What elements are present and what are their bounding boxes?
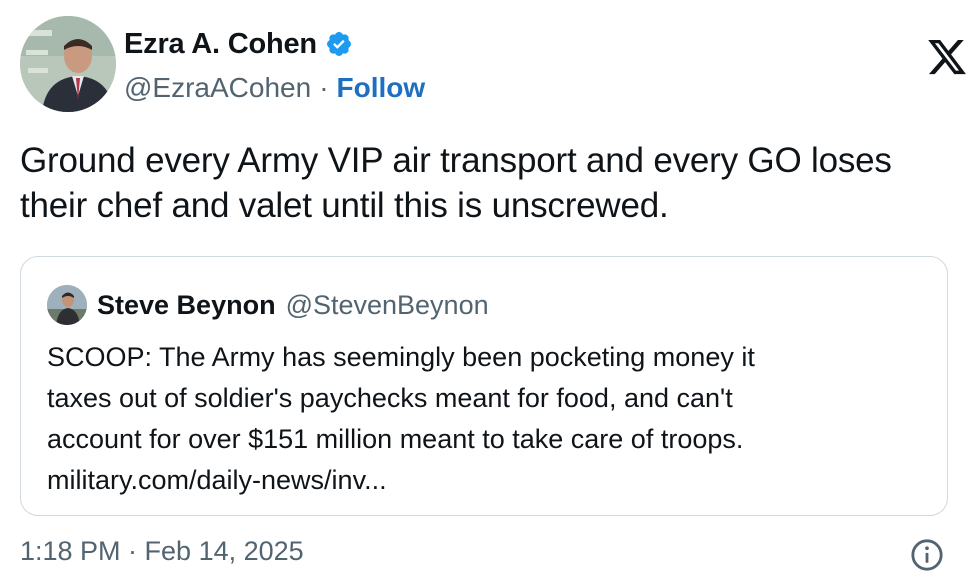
author-display-name[interactable]: Ezra A. Cohen: [124, 28, 317, 61]
tweet-header: Ezra A. Cohen @EzraACohen · Follow: [20, 16, 966, 116]
tweet-text: Ground every Army VIP air transport and …: [20, 141, 892, 225]
quoted-tweet-line: taxes out of soldier's paychecks meant f…: [47, 383, 733, 413]
quoted-tweet-header: Steve Beynon @StevenBeynon: [47, 285, 489, 325]
quoted-tweet-card[interactable]: Steve Beynon @StevenBeynon SCOOP: The Ar…: [20, 256, 948, 516]
quoted-author-handle: @StevenBeynon: [285, 289, 489, 320]
quoted-tweet-link[interactable]: military.com/daily-news/inv...: [47, 460, 927, 501]
follow-button[interactable]: Follow: [337, 72, 426, 104]
author-handle[interactable]: @EzraACohen: [124, 72, 311, 104]
verified-badge-icon: [325, 30, 353, 58]
quoted-author-avatar: [47, 285, 87, 325]
quoted-tweet-line: account for over $151 million meant to t…: [47, 424, 744, 454]
author-avatar[interactable]: [20, 16, 116, 112]
separator-dot: ·: [319, 72, 329, 103]
quoted-tweet-line: SCOOP: The Army has seemingly been pocke…: [47, 342, 755, 372]
quoted-tweet-text: SCOOP: The Army has seemingly been pocke…: [47, 337, 927, 501]
author-name-row: Ezra A. Cohen: [124, 26, 353, 62]
x-logo-icon[interactable]: [925, 36, 968, 78]
info-icon[interactable]: [910, 538, 944, 572]
quoted-author-name: Steve Beynon: [97, 289, 276, 320]
author-handle-row: @EzraACohen · Follow: [124, 70, 425, 106]
tweet-timestamp[interactable]: 1:18 PM · Feb 14, 2025: [20, 536, 304, 567]
